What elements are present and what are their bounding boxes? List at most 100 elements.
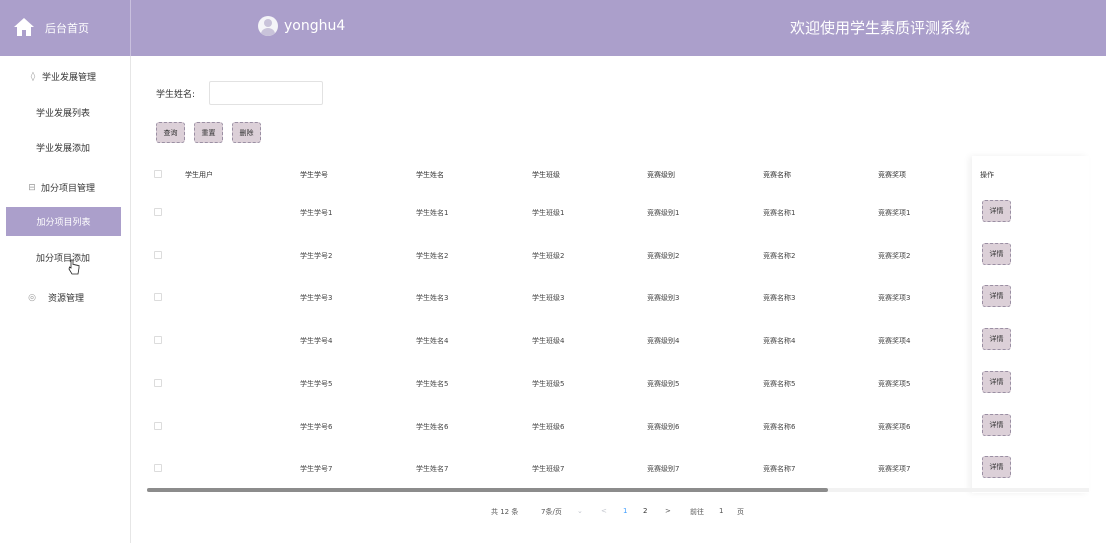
table-cell: 学生姓名7 [416, 465, 449, 474]
column-header: 学生班级 [532, 171, 560, 179]
next-page-button[interactable]: > [665, 507, 671, 515]
sidebar-group-label: 学业发展管理 [42, 73, 97, 83]
hand-cursor-icon [68, 259, 80, 275]
sidebar-item-academic-add[interactable]: 学业发展添加 [0, 141, 131, 154]
student-name-input[interactable] [209, 81, 323, 105]
table-cell: 学生姓名6 [416, 422, 449, 431]
table-cell: 学生姓名2 [416, 251, 449, 260]
reset-button[interactable]: 重置 [194, 122, 223, 143]
column-header: 学生姓名 [416, 171, 444, 179]
table-cell: 学生班级2 [532, 251, 565, 260]
row-checkbox[interactable] [154, 464, 162, 473]
table-cell: 学生班级4 [532, 337, 565, 346]
detail-button[interactable]: 详情 [982, 200, 1011, 222]
column-header: 学生学号 [300, 171, 328, 179]
table-cell: 竞赛名称7 [763, 465, 796, 474]
query-button[interactable]: 查询 [156, 122, 185, 143]
table-cell: 竞赛级别1 [647, 209, 680, 217]
horizontal-scrollbar[interactable] [147, 488, 1089, 492]
home-icon [14, 18, 34, 36]
sidebar-group-academic[interactable]: ◊ 学业发展管理 [0, 70, 131, 84]
row-checkbox[interactable] [154, 336, 162, 345]
table-cell: 学生学号5 [300, 379, 333, 388]
main-content: 学生姓名: 查询 重置 删除 学生用户 学生学号 学生姓名 学生班级 竞赛级别 竞赛名称竞… [131, 56, 1106, 543]
goto-page-input[interactable]: 1 [719, 507, 723, 515]
row-checkbox[interactable] [154, 250, 162, 259]
sidebar: ◊ 学业发展管理 学业发展列表 学业发展添加 ⊟ 加分项目管理 加分项目列表 加… [0, 56, 131, 543]
search-label: 学生姓名: [156, 90, 196, 100]
table-cell: 学生班级7 [532, 465, 565, 474]
sidebar-item-label: 学业发展列表 [36, 109, 91, 119]
page-number-1[interactable]: 1 [623, 507, 627, 515]
sidebar-item-label: 加分项目列表 [36, 218, 91, 228]
sidebar-item-bonus-list[interactable]: 加分项目列表 [6, 207, 121, 236]
table-cell: 竞赛奖项7 [878, 465, 911, 474]
table-cell: 竞赛名称1 [763, 209, 796, 217]
table-cell: 竞赛奖项3 [878, 294, 911, 303]
detail-button[interactable]: 详情 [982, 242, 1011, 265]
table-cell: 竞赛名称6 [763, 422, 796, 431]
table-cell: 学生姓名4 [416, 337, 449, 346]
home-label: 后台首页 [45, 22, 89, 35]
leaf-icon: ◊ [30, 71, 36, 82]
table-cell: 学生姓名1 [416, 209, 449, 217]
sidebar-group-bonus[interactable]: ⊟ 加分项目管理 [0, 181, 131, 195]
page-suffix: 页 [737, 508, 744, 516]
detail-button[interactable]: 详情 [982, 328, 1011, 351]
table-cell: 竞赛奖项4 [878, 337, 911, 346]
select-all-checkbox[interactable] [154, 170, 162, 178]
table-cell: 学生学号3 [300, 294, 333, 303]
column-header: 竞赛级别 [647, 171, 675, 179]
row-checkbox[interactable] [154, 378, 162, 387]
row-checkbox[interactable] [154, 421, 162, 430]
data-table: 学生用户 学生学号 学生姓名 学生班级 竞赛级别 竞赛名称 竞赛奖项 操作 学生学号1 学生姓名1… [147, 156, 1089, 493]
sidebar-item-academic-list[interactable]: 学业发展列表 [0, 106, 131, 119]
table-cell: 学生班级6 [532, 422, 565, 431]
detail-button[interactable]: 详情 [982, 285, 1011, 308]
avatar [258, 16, 278, 36]
table-cell: 学生班级1 [532, 209, 565, 217]
detail-button[interactable]: 详情 [982, 413, 1011, 436]
table-cell: 学生班级3 [532, 294, 565, 303]
table-cell: 竞赛奖项5 [878, 379, 911, 388]
table-cell: 学生姓名5 [416, 379, 449, 388]
goto-label: 前往 [690, 508, 704, 516]
compass-icon: ◎ [28, 292, 36, 303]
column-header: 学生用户 [185, 171, 213, 179]
table-cell: 竞赛奖项1 [878, 209, 911, 217]
sidebar-item-bonus-add[interactable]: 加分项目添加 [0, 251, 131, 264]
user-info[interactable]: yonghu4 [258, 16, 345, 36]
scrollbar-thumb[interactable] [147, 488, 828, 492]
system-title: 欢迎使用学生素质评测系统 [790, 19, 971, 37]
table-cell: 学生班级5 [532, 379, 565, 388]
detail-button[interactable]: 详情 [982, 456, 1011, 479]
table-cell: 学生学号6 [300, 422, 333, 431]
home-link[interactable]: 后台首页 [0, 0, 131, 56]
table-cell: 竞赛级别4 [647, 337, 680, 346]
column-header: 竞赛奖项 [878, 171, 906, 179]
sidebar-group-label: 加分项目管理 [41, 184, 96, 194]
gift-icon: ⊟ [28, 182, 36, 193]
table-cell: 竞赛级别3 [647, 294, 680, 303]
prev-page-button[interactable]: < [601, 507, 607, 515]
table-cell: 竞赛级别5 [647, 379, 680, 388]
column-header: 竞赛名称 [763, 171, 791, 179]
row-checkbox[interactable] [154, 208, 162, 216]
table-cell: 学生姓名3 [416, 294, 449, 303]
row-checkbox[interactable] [154, 293, 162, 302]
sidebar-item-label: 学业发展添加 [36, 144, 91, 154]
username: yonghu4 [284, 18, 346, 34]
table-cell: 竞赛级别2 [647, 251, 680, 260]
table-cell: 竞赛奖项2 [878, 251, 911, 260]
table-cell: 竞赛名称3 [763, 294, 796, 303]
page-number-2[interactable]: 2 [643, 507, 647, 515]
delete-button[interactable]: 删除 [232, 122, 261, 143]
table-cell: 竞赛名称4 [763, 337, 796, 346]
table-cell: 学生学号7 [300, 465, 333, 474]
sidebar-group-resource[interactable]: ◎ 资源管理 [0, 291, 131, 305]
page-size-select[interactable]: 7条/页 [541, 507, 562, 517]
table-cell: 学生学号4 [300, 337, 333, 346]
table-cell: 竞赛名称2 [763, 251, 796, 260]
table-cell: 竞赛名称5 [763, 379, 796, 388]
detail-button[interactable]: 详情 [982, 370, 1011, 393]
